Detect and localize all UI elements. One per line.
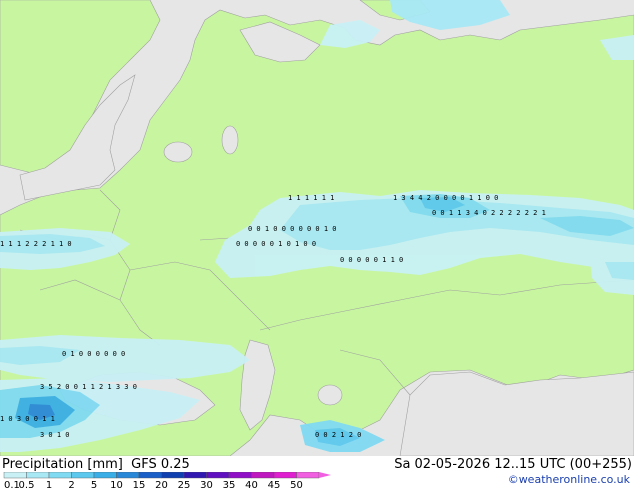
legend-label: 45 xyxy=(268,480,281,490)
color-legend: 0.10.5 1 2 5 10 15 20 25 30 35 40 45 50 xyxy=(3,472,331,490)
grid-row: 1 0 3 0 0 1 1 xyxy=(0,415,55,423)
southeast-region xyxy=(399,371,634,456)
product-title: Precipitation [mm] GFS 0.25 xyxy=(2,457,190,472)
map-footer: Precipitation [mm] GFS 0.25 Sa 02-05-202… xyxy=(0,456,634,490)
grid-row: 1 1 1 2 2 2 1 1 0 xyxy=(0,240,72,248)
legend-label: 10 xyxy=(110,480,123,490)
grid-row: 0 0 0 0 0 1 1 0 xyxy=(340,256,403,264)
legend-arrow xyxy=(319,472,331,478)
grid-row: 1 3 4 4 2 0 0 0 0 1 1 0 0 xyxy=(393,194,498,202)
legend-swatch xyxy=(116,472,140,479)
legend-label: 5 xyxy=(91,480,97,490)
legend-swatch xyxy=(3,472,27,479)
grid-row: 0 0 2 1 2 0 xyxy=(315,431,361,439)
lake-onega xyxy=(221,125,239,155)
grid-row: 0 0 1 0 0 0 0 0 0 1 0 xyxy=(248,225,337,233)
legend-label: 40 xyxy=(245,480,258,490)
legend-label: 35 xyxy=(223,480,236,490)
legend-swatch xyxy=(48,472,72,479)
legend-label: 25 xyxy=(178,480,191,490)
aral-sea xyxy=(317,384,343,406)
model-name: GFS 0.25 xyxy=(131,457,190,472)
legend-label: 30 xyxy=(200,480,213,490)
legend-label: 20 xyxy=(155,480,168,490)
legend-swatch xyxy=(183,472,207,479)
precipitation-map: 1 1 1 1 1 1 1 3 4 4 2 0 0 0 0 1 1 0 0 0 … xyxy=(0,0,634,456)
credit-link[interactable]: ©weatheronline.co.uk xyxy=(508,473,630,486)
grid-row: 3 5 2 0 0 1 1 2 1 3 3 0 xyxy=(40,383,137,391)
legend-swatch xyxy=(296,472,320,479)
legend-swatch xyxy=(228,472,252,479)
legend-swatch xyxy=(251,472,275,479)
grid-row: 0 0 1 1 3 4 0 2 2 2 2 2 2 1 xyxy=(432,209,546,217)
legend-labels: 0.10.5 1 2 5 10 15 20 25 30 35 40 45 50 xyxy=(4,480,303,490)
lake-ladoga xyxy=(163,141,193,163)
grid-row: 0 1 0 0 0 0 0 0 xyxy=(62,350,125,358)
legend-label: 15 xyxy=(133,480,146,490)
legend-label: 50 xyxy=(290,480,303,490)
grid-row: 1 1 1 1 1 1 xyxy=(288,194,334,202)
legend-label: 2 xyxy=(68,480,74,490)
legend-swatch xyxy=(206,472,230,479)
grid-row: 0 0 0 0 0 1 0 1 0 0 xyxy=(236,240,316,248)
legend-swatch xyxy=(93,472,117,479)
legend-swatch xyxy=(138,472,162,479)
valid-time: Sa 02-05-2026 12..15 UTC (00+255) xyxy=(394,457,632,472)
legend-swatch xyxy=(71,472,95,479)
legend-swatch xyxy=(26,472,50,479)
product-name: Precipitation [mm] xyxy=(2,457,123,472)
legend-swatch xyxy=(161,472,185,479)
legend-swatches xyxy=(3,472,331,479)
legend-label: 1 xyxy=(46,480,52,490)
grid-row: 3 0 1 0 xyxy=(40,431,70,439)
legend-label: 0.5 xyxy=(19,480,35,490)
legend-swatch xyxy=(273,472,297,479)
legend-label: 0.1 xyxy=(4,480,20,490)
weather-map-view: 1 1 1 1 1 1 1 3 4 4 2 0 0 0 0 1 1 0 0 0 … xyxy=(0,0,634,490)
